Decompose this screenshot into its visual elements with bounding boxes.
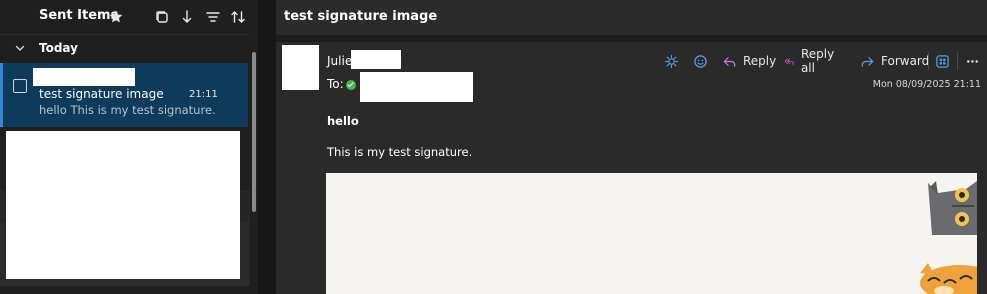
pane-divider[interactable] — [258, 0, 276, 294]
to-label: To: — [327, 77, 344, 91]
forward-button[interactable]: Forward — [860, 51, 929, 71]
reply-icon — [723, 56, 736, 67]
redacted-recipient-name — [360, 72, 473, 102]
message-list-pane: Sent Items Today test signature image 21… — [0, 0, 258, 294]
conversation-subject: test signature image — [284, 9, 438, 24]
group-header-today[interactable]: Today — [0, 38, 250, 60]
item-checkbox[interactable] — [13, 79, 27, 93]
summary-sun-icon[interactable] — [664, 51, 679, 71]
filter-icon[interactable] — [204, 8, 222, 26]
presence-available-icon — [346, 80, 356, 90]
reply-all-button[interactable]: Reply all — [784, 47, 838, 75]
message-date: Mon 08/09/2025 21:11 — [872, 79, 981, 90]
cat-illustration — [920, 181, 977, 294]
emoji-reaction-icon[interactable] — [693, 51, 708, 71]
chevron-down-icon[interactable] — [14, 42, 26, 54]
sender-name[interactable]: Julie — [327, 54, 352, 68]
forward-icon — [861, 56, 874, 67]
scrollbar-thumb[interactable] — [252, 52, 256, 212]
redacted-recipient — [33, 68, 135, 86]
reply-label: Reply — [743, 54, 777, 68]
folder-header: Sent Items — [0, 0, 258, 34]
star-icon[interactable] — [107, 8, 125, 26]
group-label: Today — [39, 41, 78, 55]
body-line-signature: This is my test signature. — [327, 145, 473, 159]
avatar — [282, 45, 319, 90]
reading-pane: Julie To: Mon 08/09/2025 21:11 Reply Rep… — [276, 42, 987, 294]
forward-label: Forward — [881, 54, 930, 68]
reply-all-label: Reply all — [800, 47, 835, 75]
header-divider — [0, 34, 250, 35]
item-subject: test signature image — [39, 87, 164, 101]
sort-icon[interactable] — [229, 8, 247, 26]
outlook-window: Sent Items Today test signature image 21… — [0, 0, 987, 294]
list-item[interactable]: test signature image 21:11 hello This is… — [0, 63, 248, 127]
more-actions-icon[interactable] — [965, 51, 980, 71]
jump-down-icon[interactable] — [178, 8, 196, 26]
redacted-sender-surname — [351, 50, 401, 69]
item-preview: hello This is my test signature. — [39, 103, 216, 117]
action-divider — [928, 52, 929, 70]
item-time: 21:11 — [189, 89, 218, 100]
reply-all-icon — [784, 57, 794, 65]
redacted-area — [6, 131, 240, 279]
apps-icon[interactable] — [935, 51, 950, 71]
action-divider — [957, 52, 958, 70]
body-line-greeting: hello — [327, 114, 359, 128]
signature-image — [326, 173, 977, 294]
reply-button[interactable]: Reply — [722, 51, 776, 71]
select-mode-icon[interactable] — [153, 8, 171, 26]
conversation-header: test signature image — [276, 0, 987, 35]
